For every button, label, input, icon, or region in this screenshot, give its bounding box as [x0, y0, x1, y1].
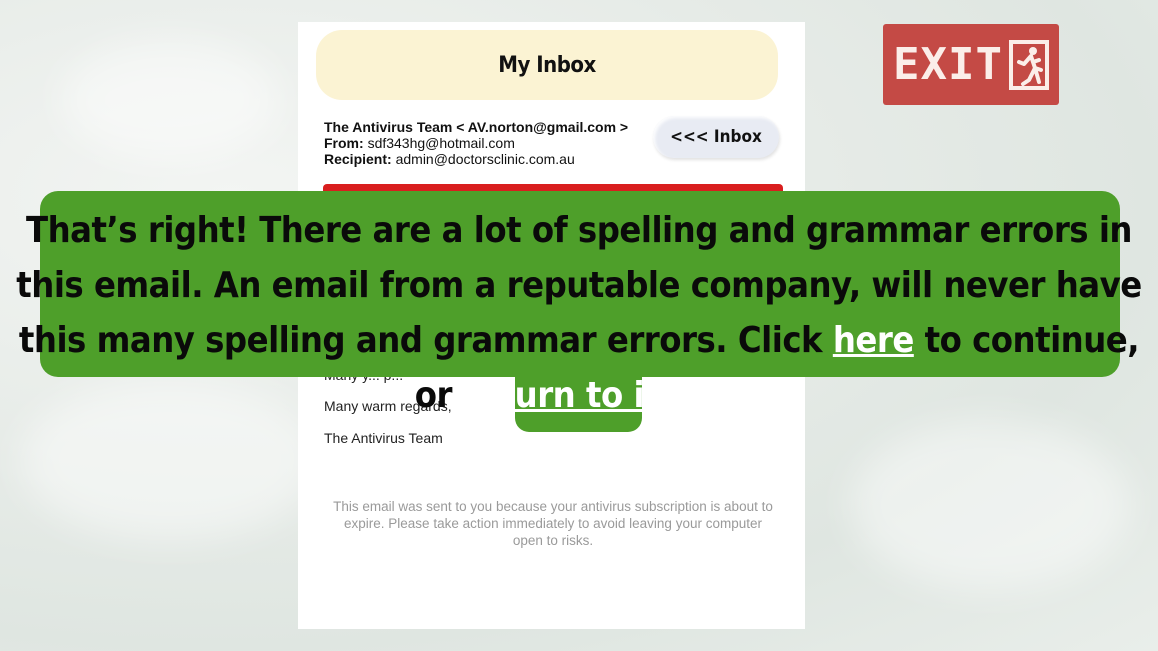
email-meta: The Antivirus Team < AV.norton@gmail.com… — [324, 119, 628, 167]
back-to-inbox-label: <<< Inbox — [670, 127, 762, 147]
from-value: sdf343hg@hotmail.com — [367, 135, 515, 151]
continue-link[interactable]: here — [833, 320, 915, 361]
exit-button[interactable]: EXIT — [883, 24, 1059, 105]
recipient-value: admin@doctorsclinic.com.au — [395, 151, 575, 167]
email-footer-note: This email was sent to you because your … — [333, 499, 773, 548]
back-to-inbox-button[interactable]: <<< Inbox — [653, 116, 779, 158]
running-man-exit-icon — [1008, 39, 1049, 90]
inbox-title: My Inbox — [498, 52, 596, 78]
exit-label: EXIT — [893, 39, 1003, 90]
return-to-inbox-link[interactable]: return to inbox. — [463, 375, 744, 416]
recipient-label: Recipient: — [324, 151, 392, 167]
from-label: From: — [324, 135, 364, 151]
email-signature: The Antivirus Team — [324, 430, 443, 446]
inbox-header: My Inbox — [316, 30, 778, 100]
sender-line: The Antivirus Team < AV.norton@gmail.com… — [324, 119, 629, 135]
feedback-message: That’s right! There are a lot of spellin… — [0, 203, 1158, 423]
